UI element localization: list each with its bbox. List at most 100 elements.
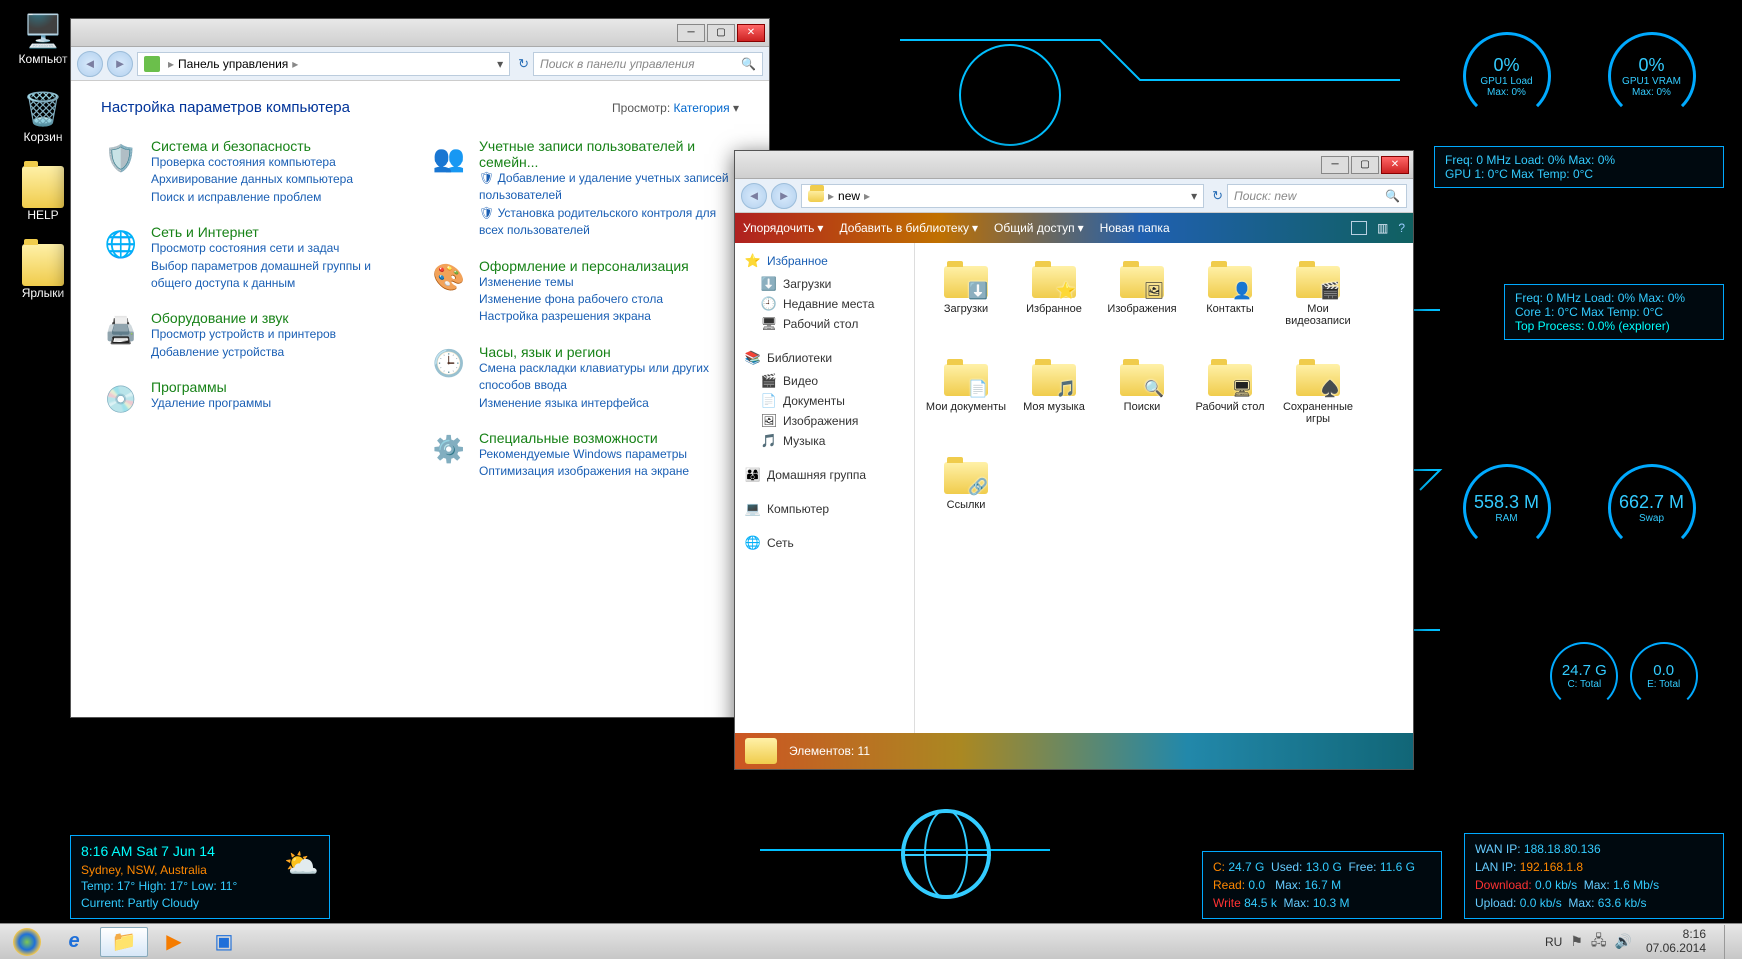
view-mode-button[interactable]: [1351, 221, 1367, 235]
folder-icon: [22, 244, 64, 286]
clock-icon: 🕒: [429, 344, 469, 384]
desktop-icon-computer[interactable]: 🖥️Компьют: [8, 10, 78, 66]
explorer-icon: 📁: [112, 929, 137, 954]
sidebar-network[interactable]: 🌐Сеть: [739, 533, 910, 553]
desktop-icon: 🖥: [761, 316, 777, 332]
ie-icon: e: [68, 930, 79, 953]
search-icon: 🔍: [1385, 189, 1400, 203]
share-menu[interactable]: Общий доступ ▾: [994, 221, 1084, 235]
recycle-icon: 🗑️: [22, 88, 64, 130]
sidebar-computer[interactable]: 💻Компьютер: [739, 499, 910, 519]
language-indicator[interactable]: RU: [1545, 935, 1562, 949]
organize-menu[interactable]: Упорядочить ▾: [743, 221, 823, 235]
maximize-button[interactable]: ▢: [1351, 156, 1379, 174]
download-icon: ⬇️: [761, 276, 777, 292]
star-icon: ⭐: [745, 253, 761, 269]
taskbar-clock[interactable]: 8:1607.06.2014: [1646, 928, 1706, 954]
document-icon: 📄: [968, 379, 988, 399]
tray-volume-icon[interactable]: 🔊: [1615, 933, 1632, 950]
globe-icon: 🌐: [101, 224, 141, 264]
titlebar[interactable]: ─ ▢ ✕: [71, 19, 769, 47]
taskbar-ie[interactable]: e: [50, 927, 98, 957]
desktop-icon: 🖥: [1232, 379, 1252, 399]
nav-back-button[interactable]: ◄: [741, 183, 767, 209]
start-button[interactable]: [6, 927, 48, 957]
maximize-button[interactable]: ▢: [707, 24, 735, 42]
show-desktop-button[interactable]: [1724, 925, 1736, 959]
sidebar-item-desktop[interactable]: 🖥Рабочий стол: [739, 314, 910, 334]
sidebar-item-downloads[interactable]: ⬇️Загрузки: [739, 274, 910, 294]
network-widget: WAN IP: 188.18.80.136 LAN IP: 192.168.1.…: [1464, 833, 1724, 919]
nav-forward-button[interactable]: ►: [107, 51, 133, 77]
status-bar: Элементов: 11: [735, 733, 1413, 769]
disk-widget: 24.7 GC: Total 0.0E: Total: [1524, 638, 1724, 714]
minimize-button[interactable]: ─: [1321, 156, 1349, 174]
category-accessibility: ⚙️Специальные возможностиРекомендуемые W…: [429, 430, 739, 481]
taskbar-wmp[interactable]: ▶: [150, 927, 198, 957]
help-button[interactable]: ?: [1398, 221, 1405, 235]
sidebar-homegroup[interactable]: 👨‍👩‍👦Домашняя группа: [739, 465, 910, 485]
music-icon: 🎵: [1056, 379, 1076, 399]
close-button[interactable]: ✕: [737, 24, 765, 42]
desktop-icon-label: HELP: [27, 208, 58, 222]
contact-icon: 👤: [1232, 281, 1252, 301]
nav-back-button[interactable]: ◄: [77, 51, 103, 77]
tray-network-icon[interactable]: 🖧: [1591, 930, 1607, 954]
search-input[interactable]: Поиск: new🔍: [1227, 184, 1407, 208]
minimize-button[interactable]: ─: [677, 24, 705, 42]
refresh-button[interactable]: ↻: [518, 56, 529, 72]
folder-item[interactable]: 📄Мои документы: [923, 353, 1009, 449]
sidebar-favorites[interactable]: ⭐Избранное: [739, 251, 910, 271]
breadcrumb-segment[interactable]: Панель управления: [178, 57, 288, 71]
explorer-toolbar: Упорядочить ▾ Добавить в библиотеку ▾ Об…: [735, 213, 1413, 243]
breadcrumb[interactable]: ▸new▸ ▾: [801, 184, 1204, 208]
image-icon: 🖼: [1144, 281, 1164, 301]
users-icon: 👥: [429, 138, 469, 178]
folder-item[interactable]: 👤Контакты: [1187, 255, 1273, 351]
sidebar-item-documents[interactable]: 📄Документы: [739, 391, 910, 411]
sidebar-item-video[interactable]: 🎬Видео: [739, 371, 910, 391]
sidebar-item-recent[interactable]: 🕘Недавние места: [739, 294, 910, 314]
taskbar-explorer[interactable]: 📁: [100, 927, 148, 957]
status-text: Элементов: 11: [789, 744, 870, 758]
app-icon: ▣: [215, 929, 234, 954]
refresh-button[interactable]: ↻: [1212, 188, 1223, 204]
folder-item[interactable]: ⬇️Загрузки: [923, 255, 1009, 351]
breadcrumb[interactable]: ▸ Панель управления ▸ ▾: [137, 52, 510, 76]
file-view[interactable]: ⬇️Загрузки ⭐Избранное 🖼Изображения 👤Конт…: [915, 243, 1413, 733]
address-bar: ◄ ► ▸ Панель управления ▸ ▾ ↻ Поиск в па…: [71, 47, 769, 81]
category-hardware: 🖨️Оборудование и звукПросмотр устройств …: [101, 310, 411, 361]
category-appearance: 🎨Оформление и персонализацияИзменение те…: [429, 258, 739, 326]
folder-item[interactable]: ⭐Избранное: [1011, 255, 1097, 351]
sidebar-libraries[interactable]: 📚Библиотеки: [739, 348, 910, 368]
taskbar-app[interactable]: ▣: [200, 927, 248, 957]
video-icon: 🎬: [1320, 281, 1340, 301]
ram-widget: 558.3 MRAM 662.7 MSwap: [1434, 460, 1724, 556]
folder-item[interactable]: 🖼Изображения: [1099, 255, 1185, 351]
desktop-icon-help[interactable]: HELP: [8, 166, 78, 222]
sidebar-item-images[interactable]: 🖼Изображения: [739, 411, 910, 431]
folder-item[interactable]: 🎵Моя музыка: [1011, 353, 1097, 449]
folder-item[interactable]: 🖥Рабочий стол: [1187, 353, 1273, 449]
media-player-icon: ▶: [166, 929, 181, 954]
preview-pane-button[interactable]: ▥: [1377, 221, 1388, 235]
breadcrumb-segment[interactable]: new: [838, 189, 860, 203]
folder-item[interactable]: 🎬Мои видеозаписи: [1275, 255, 1361, 351]
new-folder-button[interactable]: Новая папка: [1100, 221, 1170, 235]
desktop-icon-recycle[interactable]: 🗑️Корзин: [8, 88, 78, 144]
sidebar-item-music[interactable]: 🎵Музыка: [739, 431, 910, 451]
view-selector[interactable]: Просмотр: Категория ▾: [612, 101, 739, 115]
nav-forward-button[interactable]: ►: [771, 183, 797, 209]
folder-item[interactable]: 🔗Ссылки: [923, 451, 1009, 547]
titlebar[interactable]: ─ ▢ ✕: [735, 151, 1413, 179]
navigation-pane: ⭐Избранное ⬇️Загрузки 🕘Недавние места 🖥Р…: [735, 243, 915, 733]
tray-flag-icon[interactable]: ⚑: [1570, 933, 1583, 950]
accessibility-icon: ⚙️: [429, 430, 469, 470]
close-button[interactable]: ✕: [1381, 156, 1409, 174]
add-to-library-menu[interactable]: Добавить в библиотеку ▾: [839, 221, 978, 235]
folder-item[interactable]: 🔍Поиски: [1099, 353, 1185, 449]
search-input[interactable]: Поиск в панели управления🔍: [533, 52, 763, 76]
category-system-security: 🛡️Система и безопасностьПроверка состоян…: [101, 138, 411, 206]
folder-item[interactable]: ♠️Сохраненные игры: [1275, 353, 1361, 449]
desktop-icon-shortcuts[interactable]: Ярлыки: [8, 244, 78, 300]
